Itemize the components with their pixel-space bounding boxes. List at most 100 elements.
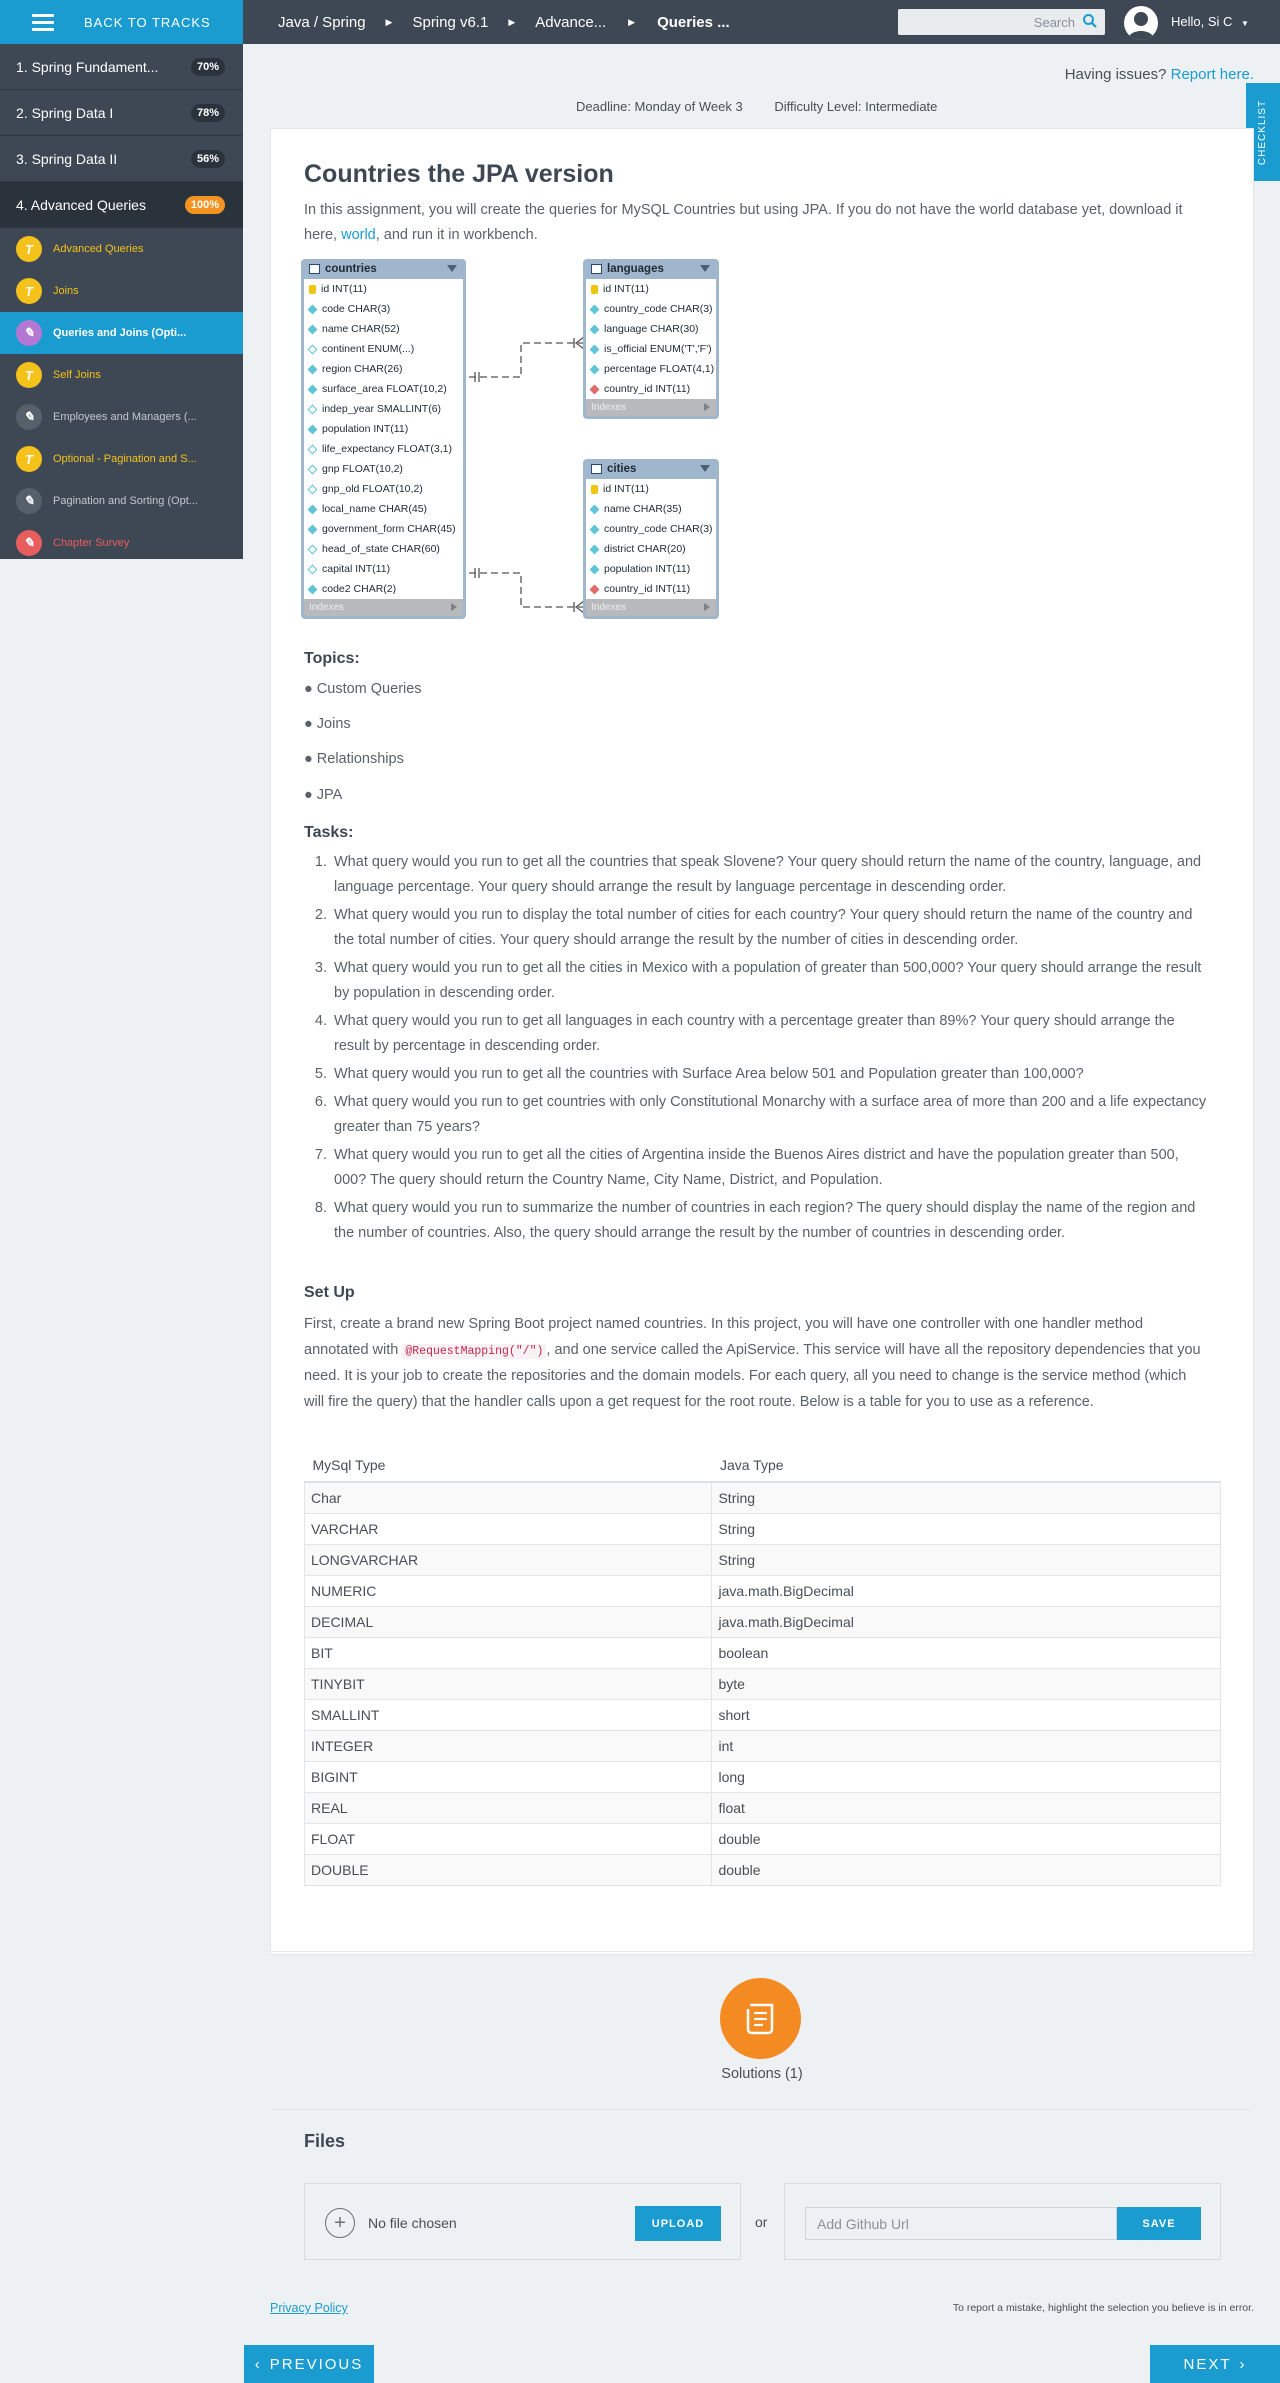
breadcrumb-item[interactable]: Advance... (515, 14, 606, 31)
table-column: country_code CHAR(3) (586, 519, 716, 539)
table-column: name CHAR(35) (586, 499, 716, 519)
table-row: NUMERIC java.math.BigDecimal (303, 1575, 1221, 1607)
table-column: name CHAR(52) (304, 319, 463, 339)
table-header: countries (304, 259, 463, 279)
table-column: continent ENUM(...) (304, 339, 463, 359)
task-item: What query would you run to get all the … (331, 850, 1211, 900)
sidebar-item-label: Queries and Joins (Opti... (53, 327, 187, 339)
scroll-icon (746, 2003, 773, 2034)
search-placeholder: Search (1033, 14, 1075, 30)
table-column: country_id INT(11) (586, 579, 716, 599)
foreign-key-icon (589, 584, 600, 594)
primary-key-icon (591, 484, 598, 494)
sidebar-item[interactable]: T Optional - Pagination and S... (0, 438, 243, 480)
column-icon (307, 544, 318, 554)
table-column: district CHAR(20) (586, 539, 716, 559)
deadline: Deadline: Monday of Week 3 (576, 99, 743, 114)
or-label: or (755, 2214, 768, 2230)
sidebar-item[interactable]: ✎ Employees and Managers (... (0, 396, 243, 438)
collapse-arrow-icon (447, 265, 457, 272)
table-column: language CHAR(30) (586, 319, 716, 339)
sidebar-item[interactable]: T Self Joins (0, 354, 243, 396)
sidebar-item[interactable]: T Advanced Queries (0, 228, 243, 270)
cities-table: cities id INT(11) name CHAR(35) country_… (583, 459, 719, 619)
chevron-down-icon: ▼ (1241, 19, 1249, 28)
column-icon (589, 324, 600, 334)
user-menu[interactable]: Hello, Si C ▼ (1171, 14, 1249, 29)
progress-badge: 70% (190, 57, 225, 76)
mysql-type-cell: TINYBIT (303, 1668, 712, 1700)
t-icon: T (16, 446, 42, 472)
column-icon (307, 444, 318, 454)
column-icon (307, 484, 318, 494)
table-column: capital INT(11) (304, 559, 463, 579)
progress-badge: 100% (184, 195, 225, 214)
file-upload-box: + No file chosen UPLOAD (304, 2183, 741, 2260)
back-to-tracks-button[interactable]: BACK TO TRACKS (0, 0, 243, 44)
top-bar: BACK TO TRACKS Java / Spring ▶ Spring v6… (0, 0, 1280, 44)
task-item: What query would you run to summarize th… (331, 1196, 1211, 1246)
save-button[interactable]: SAVE (1117, 2207, 1201, 2240)
topic-item: ● Joins (304, 716, 351, 732)
java-type-cell: double (711, 1854, 1221, 1886)
sidebar: 1. Spring Fundament... 70% 2. Spring Data… (0, 44, 243, 559)
breadcrumb-separator-icon: ▶ (628, 16, 636, 27)
solutions-label[interactable]: Solutions (1) (717, 2066, 807, 2082)
upload-button[interactable]: UPLOAD (635, 2206, 721, 2241)
github-url-box: Add Github Url SAVE (784, 2183, 1221, 2260)
primary-key-icon (591, 284, 598, 294)
t-icon: T (16, 278, 42, 304)
sidebar-item[interactable]: T Joins (0, 270, 243, 312)
sidebar-item-label: Employees and Managers (... (53, 411, 197, 423)
previous-button[interactable]: ‹ PREVIOUS (244, 2345, 374, 2383)
er-diagram: countries id INT(11) code CHAR(3) name C… (301, 259, 731, 629)
sidebar-item[interactable]: ✎ Pagination and Sorting (Opt... (0, 480, 243, 522)
column-icon (307, 524, 318, 534)
java-type-cell: boolean (711, 1637, 1221, 1669)
table-header: cities (586, 459, 716, 479)
sidebar-track[interactable]: 1. Spring Fundament... 70% (0, 44, 243, 90)
sidebar-track[interactable]: 2. Spring Data I 78% (0, 90, 243, 136)
no-file-label: No file chosen (368, 2215, 457, 2231)
collapse-arrow-icon (700, 465, 710, 472)
sidebar-track-active[interactable]: 4. Advanced Queries 100% (0, 182, 243, 228)
table-header: languages (586, 259, 716, 279)
column-icon (307, 364, 318, 374)
report-mistake-text: To report a mistake, highlight the selec… (952, 2302, 1254, 2314)
next-button[interactable]: NEXT › (1150, 2345, 1280, 2383)
breadcrumb-item[interactable]: Spring v6.1 (392, 14, 488, 31)
table-row: TINYBIT byte (303, 1668, 1221, 1700)
sidebar-item-active[interactable]: ✎ Queries and Joins (Opti... (0, 312, 243, 354)
table-row: INTEGER int (303, 1730, 1221, 1762)
add-file-icon[interactable]: + (325, 2208, 355, 2238)
user-greeting: Hello, Si C (1171, 14, 1233, 29)
t-icon: T (16, 236, 42, 262)
report-link[interactable]: Report here. (1171, 66, 1254, 83)
task-item: What query would you run to display the … (331, 903, 1211, 953)
table-column: local_name CHAR(45) (304, 499, 463, 519)
privacy-policy-link[interactable]: Privacy Policy (270, 2301, 348, 2315)
sidebar-track[interactable]: 3. Spring Data II 56% (0, 136, 243, 182)
table-row: REAL float (303, 1792, 1221, 1824)
breadcrumb-item[interactable]: Java / Spring (243, 14, 366, 31)
github-url-input[interactable]: Add Github Url (805, 2207, 1117, 2240)
difficulty: Difficulty Level: Intermediate (774, 99, 938, 114)
table-row: VARCHAR String (303, 1513, 1221, 1545)
sidebar-track-label: 3. Spring Data II (16, 150, 118, 167)
java-type-cell: java.math.BigDecimal (711, 1575, 1221, 1607)
table-name: cities (607, 463, 637, 475)
tasks-list: What query would you run to get all the … (331, 850, 1211, 1249)
table-column: code2 CHAR(2) (304, 579, 463, 599)
world-link[interactable]: world (341, 227, 376, 243)
sidebar-item[interactable]: ✎ Chapter Survey (0, 522, 243, 564)
search-input[interactable]: Search (898, 9, 1105, 35)
table-column: code CHAR(3) (304, 299, 463, 319)
table-column: region CHAR(26) (304, 359, 463, 379)
solutions-button[interactable] (720, 1978, 801, 2059)
sidebar-item-label: Advanced Queries (53, 243, 144, 255)
column-icon (307, 464, 318, 474)
avatar[interactable] (1124, 6, 1158, 40)
indexes-row: Indexes (586, 599, 716, 616)
search-icon[interactable] (1082, 13, 1098, 29)
column-icon (589, 364, 600, 374)
